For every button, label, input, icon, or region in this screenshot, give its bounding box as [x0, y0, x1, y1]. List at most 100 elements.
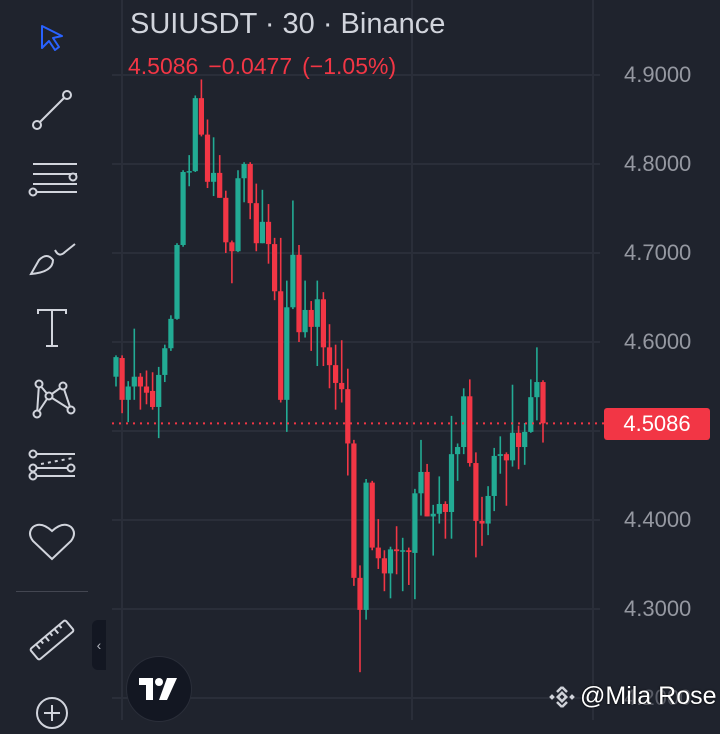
price-change: −0.0477 — [208, 53, 293, 79]
candle-up — [156, 366, 162, 439]
candle-body — [473, 463, 479, 521]
candle-down — [223, 190, 229, 253]
candle-up — [497, 436, 503, 474]
zoom-in-tool[interactable] — [22, 684, 82, 734]
candle-body — [137, 376, 143, 387]
candle-body — [174, 244, 180, 319]
candle-down — [150, 372, 156, 410]
candle-body — [522, 431, 528, 448]
candle-down — [516, 425, 522, 470]
candle-body — [509, 432, 516, 461]
candle-up — [418, 439, 424, 516]
candle-up — [314, 280, 320, 367]
brush-icon — [29, 243, 76, 276]
tradingview-logo[interactable] — [126, 656, 192, 722]
candle-body — [265, 221, 272, 245]
candle-up — [241, 162, 247, 203]
candle-up — [290, 200, 296, 310]
candle-up — [284, 280, 290, 432]
candle-body — [436, 503, 442, 514]
candle-down — [253, 183, 259, 252]
candle-body — [534, 382, 540, 398]
parallel-channel-tool[interactable] — [22, 158, 82, 208]
candle-body — [296, 254, 302, 333]
candle-down — [308, 301, 314, 351]
price-change-pct: (−1.05%) — [302, 53, 397, 79]
candle-body — [156, 374, 162, 407]
candle-down — [229, 240, 235, 284]
candle-body — [272, 244, 278, 292]
candle-up — [436, 476, 442, 524]
candle-body — [418, 471, 424, 494]
forecast-icon — [28, 449, 76, 481]
candle-body — [467, 396, 473, 464]
candle-down — [119, 355, 125, 414]
candle-up — [412, 488, 418, 600]
candle-body — [516, 432, 522, 448]
last-price: 4.5086 — [128, 53, 199, 79]
candle-down — [503, 452, 509, 506]
candle-up — [400, 537, 406, 592]
text-tool[interactable] — [22, 303, 82, 353]
candle-body — [314, 299, 320, 327]
candle-body — [278, 291, 284, 400]
candle-down — [320, 292, 326, 367]
candle-body — [143, 386, 150, 393]
candle-body — [131, 376, 137, 387]
candle-body — [430, 513, 436, 517]
candle-body — [284, 307, 290, 400]
candle-body — [229, 242, 235, 252]
price-axis-label: 4.4000 — [624, 507, 692, 532]
candle-up — [455, 443, 461, 481]
candle-down — [272, 237, 278, 301]
candle-down — [217, 155, 223, 198]
favorites-tool[interactable] — [22, 517, 82, 567]
price-chart[interactable] — [0, 0, 720, 720]
candle-body — [211, 172, 217, 182]
symbol-title[interactable]: SUIUSDT · 30 · Binance — [130, 8, 445, 41]
candle-body — [339, 382, 345, 390]
candle-up — [131, 328, 137, 400]
collapse-toolbar-button[interactable]: ‹ — [92, 620, 106, 670]
candle-down — [143, 370, 150, 405]
trend-line-icon — [32, 90, 72, 130]
price-axis-label: 4.7000 — [624, 240, 692, 265]
candle-body — [381, 558, 387, 574]
tradingview-logo-icon — [139, 678, 177, 700]
candle-body — [119, 358, 125, 400]
candle-down — [406, 547, 412, 585]
candle-up — [174, 243, 180, 320]
candle-up — [387, 546, 394, 599]
candle-body — [497, 454, 503, 456]
candle-down — [424, 463, 430, 517]
candle-up — [430, 504, 436, 556]
candle-body — [400, 550, 406, 552]
pattern-icon — [32, 379, 76, 419]
candle-down — [326, 324, 333, 389]
favorites-heart-icon — [29, 523, 75, 561]
parallel-channel-icon — [28, 163, 78, 197]
candle-body — [394, 549, 400, 552]
candle-down — [473, 452, 479, 558]
cursor-tool[interactable] — [22, 15, 82, 65]
candle-up — [534, 347, 540, 421]
price-axis-label: 4.6000 — [624, 329, 692, 354]
candle-down — [265, 204, 272, 264]
candle-up — [528, 379, 534, 433]
candle-body — [168, 318, 174, 349]
candle-body — [491, 455, 497, 496]
trend-line-tool[interactable] — [22, 85, 82, 135]
candle-body — [217, 172, 223, 198]
candle-down — [204, 119, 211, 189]
candle-down — [394, 526, 400, 575]
ruler-tool[interactable] — [22, 615, 82, 665]
last-price-label: 4.5086 — [604, 408, 710, 440]
pattern-tool[interactable] — [22, 374, 82, 424]
brush-tool[interactable] — [22, 232, 82, 282]
candles — [113, 79, 546, 673]
forecast-tool[interactable] — [22, 446, 82, 496]
candle-body — [485, 495, 491, 524]
watermark-text: @Mila Rose — [580, 682, 717, 710]
candle-down — [540, 380, 546, 443]
candle-body — [320, 299, 326, 348]
